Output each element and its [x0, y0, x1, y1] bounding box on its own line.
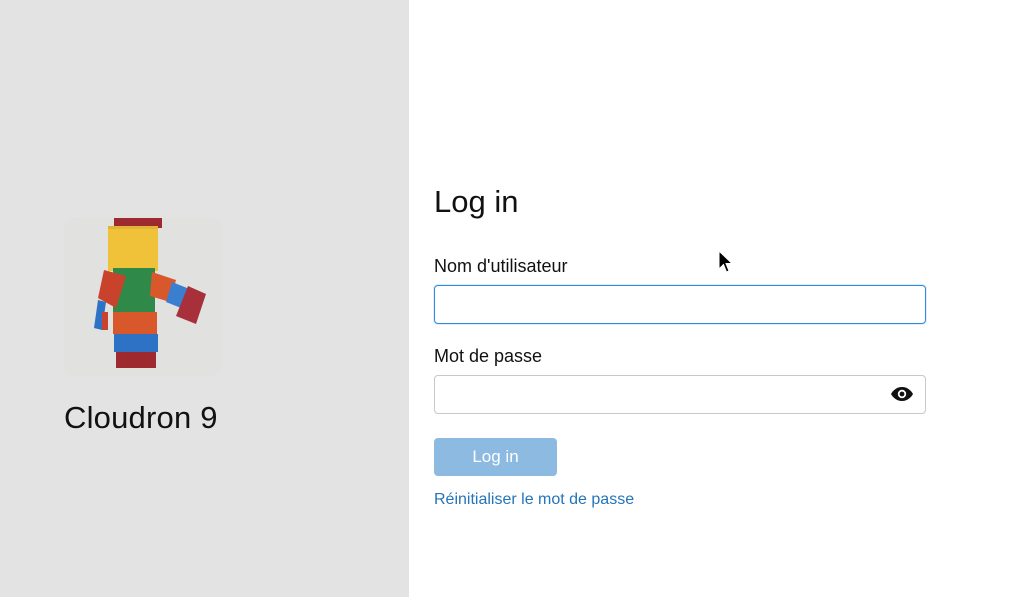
- login-panel: Log in Nom d'utilisateur Mot de passe Lo…: [409, 0, 1024, 597]
- password-label: Mot de passe: [434, 346, 543, 366]
- mouse-cursor-icon: [718, 250, 734, 273]
- server-name: Cloudron 9: [64, 400, 218, 435]
- password-input[interactable]: [434, 375, 926, 414]
- robot-logo: [64, 218, 222, 376]
- username-label: Nom d'utilisateur: [434, 256, 568, 276]
- username-input[interactable]: [434, 285, 926, 324]
- eye-icon[interactable]: [888, 383, 916, 405]
- reset-password-link[interactable]: Réinitialiser le mot de passe: [434, 491, 634, 509]
- page-title: Log in: [434, 184, 519, 219]
- login-button[interactable]: Log in: [434, 438, 557, 476]
- branding-panel: Cloudron 9: [0, 0, 409, 597]
- login-page: Cloudron 9 Log in Nom d'utilisateur Mot …: [0, 0, 1024, 597]
